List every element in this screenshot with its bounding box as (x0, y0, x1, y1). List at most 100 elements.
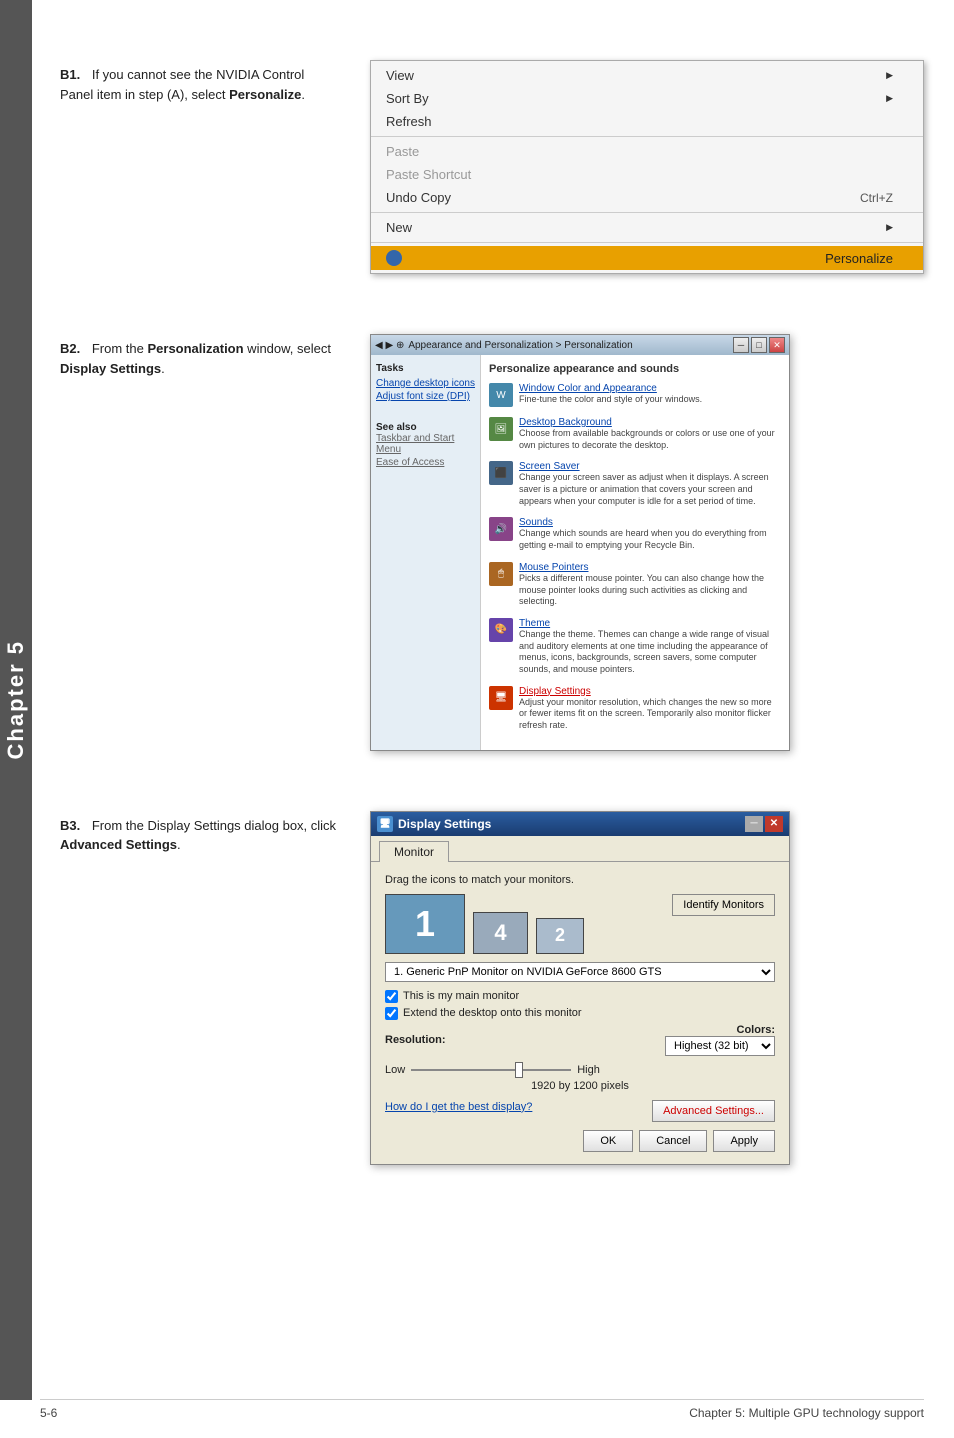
screensaver-icon: ⬛ (489, 461, 513, 485)
window-color-desc: Fine-tune the color and style of your wi… (519, 394, 781, 406)
sounds-icon: 🔊 (489, 517, 513, 541)
maximize-btn[interactable]: □ (751, 337, 767, 353)
desktop-bg-icon: 🖼 (489, 417, 513, 441)
screensaver-title[interactable]: Screen Saver (519, 461, 781, 472)
persona-sidebar: Tasks Change desktop icons Adjust font s… (371, 355, 481, 750)
persona-window: ◀ ▶ ⊕ Appearance and Personalization > P… (370, 334, 790, 751)
persona-nav-icons: ◀ ▶ ⊕ (375, 340, 404, 351)
main-content: B1. If you cannot see the NVIDIA Control… (40, 0, 954, 1255)
section-b3: B3. From the Display Settings dialog box… (60, 811, 924, 1165)
display-title-left: 🖥 Display Settings (377, 816, 491, 832)
context-menu-personalize-label: Personalize (825, 251, 893, 266)
window-color-title[interactable]: Window Color and Appearance (519, 383, 781, 394)
monitor-identify-row: 1 4 2 Identify Monitors (385, 894, 775, 954)
section-b2: B2. From the Personalization window, sel… (60, 334, 924, 751)
sidebar-link-desktop-icons[interactable]: Change desktop icons (376, 378, 475, 389)
monitor-dropdown[interactable]: 1. Generic PnP Monitor on NVIDIA GeForce… (385, 962, 775, 982)
checkbox-extend-desktop: Extend the desktop onto this monitor (385, 1007, 775, 1020)
persona-body: Tasks Change desktop icons Adjust font s… (371, 355, 789, 750)
context-menu-view[interactable]: View (371, 64, 923, 87)
window-color-text: Window Color and Appearance Fine-tune th… (519, 383, 781, 406)
persona-main: Personalize appearance and sounds W Wind… (481, 355, 789, 750)
context-menu-new[interactable]: New (371, 216, 923, 239)
section-b3-label: B3. From the Display Settings dialog box… (60, 816, 340, 855)
persona-item-theme: 🎨 Theme Change the theme. Themes can cha… (489, 618, 781, 676)
context-menu-sortby[interactable]: Sort By (371, 87, 923, 110)
mouse-icon: 🖱 (489, 562, 513, 586)
colors-section: Colors: Highest (32 bit) (665, 1024, 775, 1056)
display-dropdown-row: 1. Generic PnP Monitor on NVIDIA GeForce… (385, 962, 775, 982)
section-b2-label: B2. From the Personalization window, sel… (60, 339, 340, 378)
resolution-label: Resolution: (385, 1034, 446, 1046)
persona-item-desktop-bg: 🖼 Desktop Background Choose from availab… (489, 417, 781, 451)
monitor-icon-4: 4 (473, 912, 528, 954)
undo-copy-shortcut: Ctrl+Z (860, 191, 893, 205)
theme-title[interactable]: Theme (519, 618, 781, 629)
apply-btn[interactable]: Apply (713, 1130, 775, 1152)
display-settings-title[interactable]: Display Settings (519, 686, 781, 697)
context-menu-undo-copy-label: Undo Copy (386, 190, 451, 205)
display-settings-dialog: 🖥 Display Settings ─ ✕ Monitor Drag the … (370, 811, 790, 1165)
display-buttons-row: OK Cancel Apply (385, 1130, 775, 1152)
theme-text: Theme Change the theme. Themes can chang… (519, 618, 781, 676)
mouse-title[interactable]: Mouse Pointers (519, 562, 781, 573)
window-color-icon: W (489, 383, 513, 407)
ok-btn[interactable]: OK (583, 1130, 633, 1152)
slider-high-label: High (577, 1064, 600, 1076)
main-monitor-checkbox[interactable] (385, 990, 398, 1003)
persona-item-screensaver: ⬛ Screen Saver Change your screen saver … (489, 461, 781, 507)
section-b1: B1. If you cannot see the NVIDIA Control… (60, 60, 924, 274)
best-display-link[interactable]: How do I get the best display? (385, 1101, 532, 1113)
advanced-settings-btn[interactable]: Advanced Settings... (652, 1100, 775, 1122)
context-menu-view-label: View (386, 68, 414, 83)
slider-thumb[interactable] (515, 1062, 523, 1078)
context-menu-refresh[interactable]: Refresh (371, 110, 923, 133)
theme-desc: Change the theme. Themes can change a wi… (519, 629, 781, 676)
separator-2 (371, 212, 923, 213)
cancel-btn[interactable]: Cancel (639, 1130, 707, 1152)
sidebar-link-ease[interactable]: Ease of Access (376, 457, 475, 468)
close-btn[interactable]: ✕ (769, 337, 785, 353)
step-b2-num: B2. (60, 341, 80, 356)
separator-3 (371, 242, 923, 243)
screensaver-text: Screen Saver Change your screen saver as… (519, 461, 781, 507)
monitor-drag-text: Drag the icons to match your monitors. (385, 874, 775, 886)
slider-line (411, 1069, 571, 1071)
desktop-bg-desc: Choose from available backgrounds or col… (519, 428, 781, 451)
desktop-bg-text: Desktop Background Choose from available… (519, 417, 781, 451)
sidebar-link-font-size[interactable]: Adjust font size (DPI) (376, 391, 475, 402)
context-menu-personalize[interactable]: Personalize (371, 246, 923, 270)
mouse-text: Mouse Pointers Picks a different mouse p… (519, 562, 781, 608)
display-title-label: Display Settings (398, 817, 491, 831)
section-b1-label: B1. If you cannot see the NVIDIA Control… (60, 65, 340, 104)
display-settings-desc: Adjust your monitor resolution, which ch… (519, 697, 781, 732)
sidebar-link-taskbar[interactable]: Taskbar and Start Menu (376, 433, 475, 455)
section-b2-text: B2. From the Personalization window, sel… (60, 334, 340, 378)
context-menu-sortby-label: Sort By (386, 91, 429, 106)
context-menu-undo-copy[interactable]: Undo Copy Ctrl+Z (371, 186, 923, 209)
section-b1-text: B1. If you cannot see the NVIDIA Control… (60, 60, 340, 104)
display-titlebar-icon: 🖥 (377, 816, 393, 832)
extend-desktop-checkbox[interactable] (385, 1007, 398, 1020)
desktop-bg-title[interactable]: Desktop Background (519, 417, 781, 428)
sounds-desc: Change which sounds are heard when you d… (519, 528, 781, 551)
sounds-text: Sounds Change which sounds are heard whe… (519, 517, 781, 551)
tab-monitor[interactable]: Monitor (379, 841, 449, 862)
minimize-btn[interactable]: ─ (733, 337, 749, 353)
persona-path: Appearance and Personalization > Persona… (408, 340, 632, 351)
step-b3-num: B3. (60, 818, 80, 833)
display-close-btn[interactable]: ✕ (765, 816, 783, 832)
mouse-desc: Picks a different mouse pointer. You can… (519, 573, 781, 608)
page-footer: 5-6 Chapter 5: Multiple GPU technology s… (40, 1399, 924, 1420)
titlebar-controls: ─ □ ✕ (733, 337, 785, 353)
colors-dropdown[interactable]: Highest (32 bit) (665, 1036, 775, 1056)
monitor-icon-2: 2 (536, 918, 584, 954)
persona-item-mouse: 🖱 Mouse Pointers Picks a different mouse… (489, 562, 781, 608)
resolution-pixels-text: 1920 by 1200 pixels (385, 1080, 775, 1092)
sounds-title[interactable]: Sounds (519, 517, 781, 528)
section-b3-image: 🖥 Display Settings ─ ✕ Monitor Drag the … (370, 811, 924, 1165)
display-min-btn[interactable]: ─ (745, 816, 763, 832)
identify-monitors-btn[interactable]: Identify Monitors (672, 894, 775, 916)
display-bottom-row: How do I get the best display? Advanced … (385, 1100, 775, 1122)
section-b2-image: ◀ ▶ ⊕ Appearance and Personalization > P… (370, 334, 924, 751)
